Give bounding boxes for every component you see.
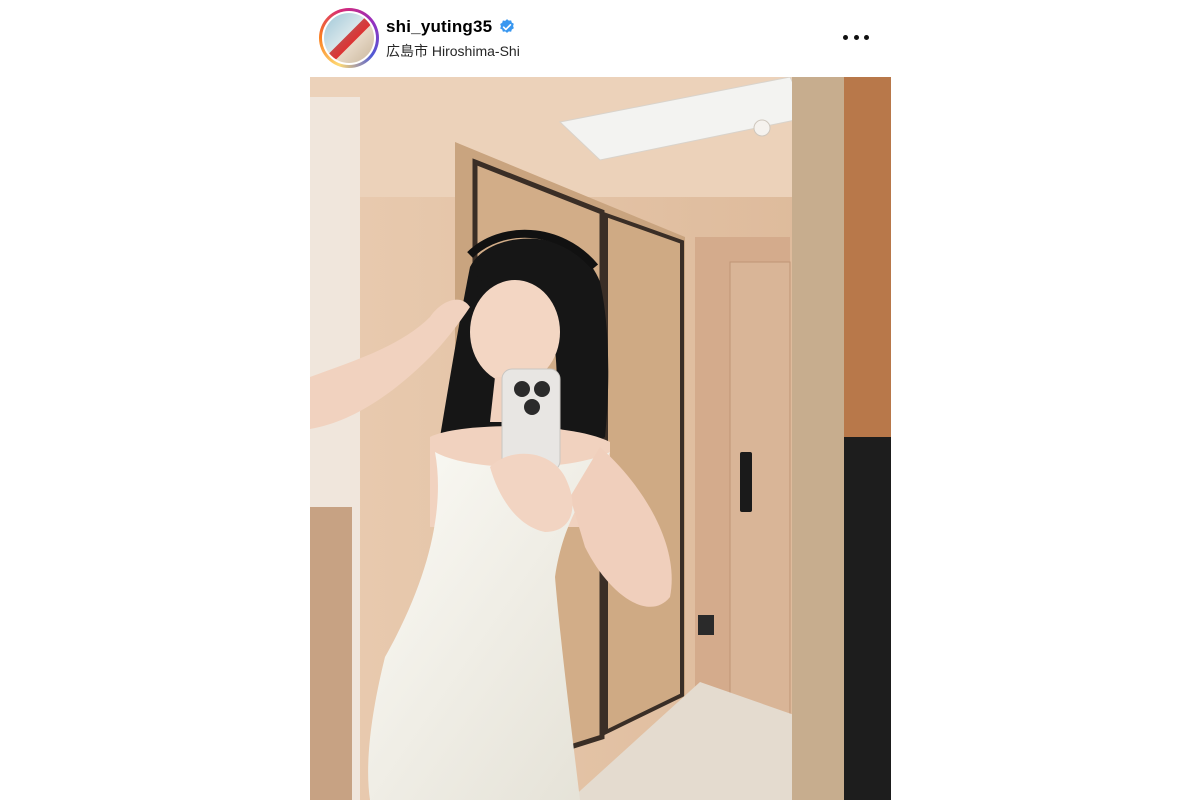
- username-row: shi_yuting35: [386, 17, 516, 37]
- avatar[interactable]: [324, 13, 374, 63]
- location-label[interactable]: 広島市 Hiroshima-Shi: [386, 41, 520, 61]
- instagram-post: shi_yuting35 広島市 Hiroshima-Shi: [310, 0, 891, 800]
- mirror-selfie-image: [310, 77, 891, 800]
- dot: [864, 34, 869, 40]
- avatar-frame: [322, 11, 376, 65]
- post-header: shi_yuting35 広島市 Hiroshima-Shi: [310, 0, 891, 77]
- verified-badge-icon: [500, 19, 515, 33]
- story-ring[interactable]: [319, 8, 379, 68]
- dot: [843, 34, 848, 40]
- more-options-icon[interactable]: [843, 27, 869, 47]
- post-photo[interactable]: [310, 77, 891, 800]
- dot: [853, 34, 859, 40]
- username[interactable]: shi_yuting35: [386, 17, 492, 37]
